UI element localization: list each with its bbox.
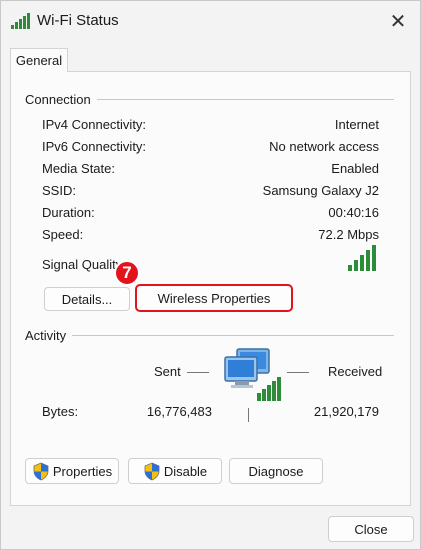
bytes-label: Bytes: (42, 404, 79, 419)
sent-label: Sent (154, 364, 181, 379)
wifi-signal-icon (11, 13, 30, 29)
activity-divider (25, 335, 394, 336)
diagnose-button[interactable]: Diagnose (229, 458, 323, 484)
window-title: Wi-Fi Status (37, 12, 119, 29)
highlight-box (135, 284, 293, 312)
ipv4-value: Internet (334, 117, 379, 132)
ipv4-label: IPv4 Connectivity: (42, 117, 147, 132)
bytes-sent-value: 16,776,483 (146, 404, 212, 419)
received-label: Received (328, 364, 383, 379)
tab-general[interactable]: General (10, 48, 68, 72)
ssid-value: Samsung Galaxy J2 (262, 183, 379, 198)
duration-value: 00:40:16 (328, 205, 379, 220)
uac-shield-icon (33, 462, 49, 480)
step-badge: 7 (114, 260, 140, 286)
disable-button-label: Disable (163, 463, 208, 479)
network-computers-icon (224, 348, 281, 401)
close-window-icon[interactable]: ✕ (384, 7, 412, 35)
signal-bar (354, 260, 358, 271)
ipv6-label: IPv6 Connectivity: (42, 139, 147, 154)
duration-label: Duration: (42, 205, 95, 220)
signal-bar (372, 245, 376, 271)
details-button[interactable]: Details... (44, 287, 130, 311)
activity-separator (248, 408, 249, 422)
speed-label: Speed: (42, 227, 84, 242)
signal-quality-icon (348, 245, 376, 271)
properties-button[interactable]: Properties (25, 458, 119, 484)
media-state-value: Enabled (331, 161, 379, 176)
close-button[interactable]: Close (328, 516, 414, 542)
connection-label: Connection (25, 92, 97, 107)
bytes-received-value: 21,920,179 (313, 404, 379, 419)
speed-value: 72.2 Mbps (318, 227, 379, 242)
signal-bar (360, 255, 364, 271)
received-line (287, 372, 309, 373)
sent-line (187, 372, 209, 373)
ssid-label: SSID: (42, 183, 76, 198)
activity-label: Activity (25, 328, 73, 343)
disable-button[interactable]: Disable (128, 458, 222, 484)
signal-bar (348, 265, 352, 271)
ipv6-value: No network access (269, 139, 379, 154)
properties-button-label: Properties (52, 463, 113, 479)
signal-bar (366, 250, 370, 271)
title-bar: Wi-Fi Status ✕ (1, 1, 420, 41)
media-state-label: Media State: (42, 161, 115, 176)
wifi-status-window: Wi-Fi Status ✕ General Connection IPv4 C… (0, 0, 421, 550)
uac-shield-icon (144, 462, 160, 480)
signal-quality-label: Signal Quality (42, 257, 123, 272)
